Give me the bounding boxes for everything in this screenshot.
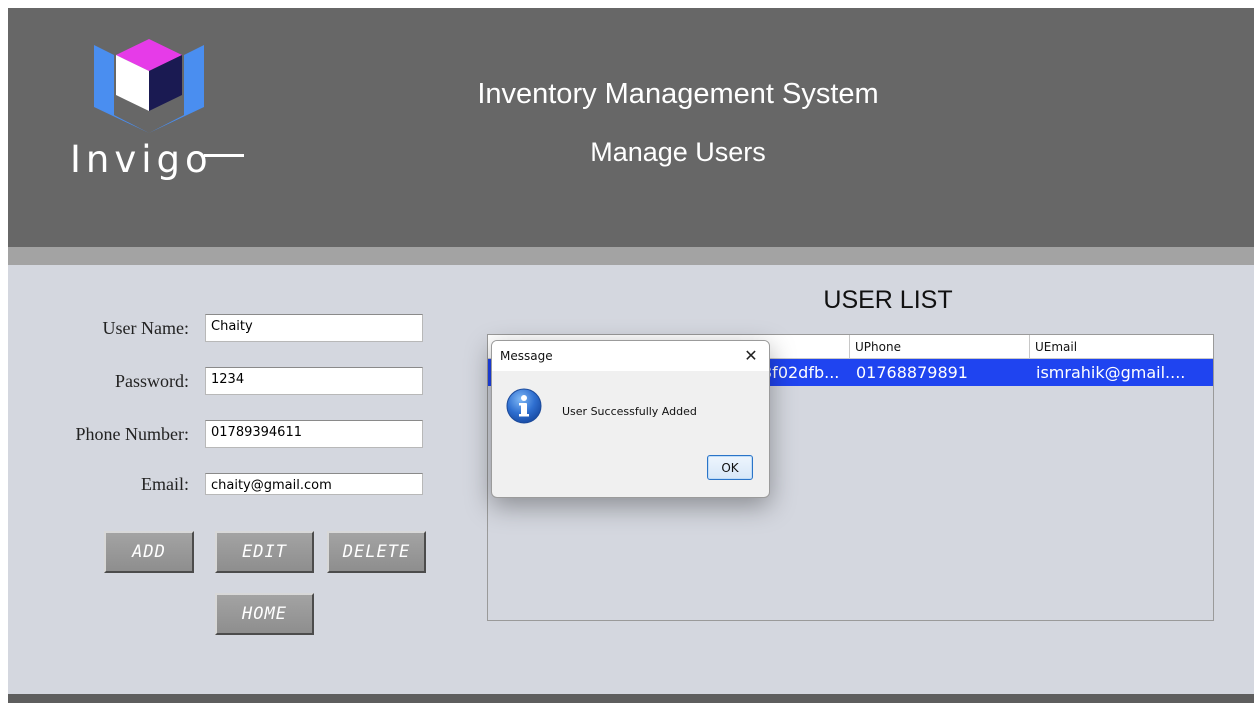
footer-bar [8, 694, 1254, 703]
message-dialog: Message ✕ User Successfully Added OK [491, 340, 770, 498]
close-icon[interactable]: ✕ [741, 346, 761, 366]
dialog-message: User Successfully Added [562, 405, 697, 418]
info-icon [506, 388, 542, 424]
logo-underline [204, 154, 244, 157]
page-title: Manage Users [590, 137, 766, 167]
user-list-title: USER LIST [823, 286, 953, 314]
add-button[interactable]: ADD [104, 531, 194, 573]
email-input[interactable]: chaity@gmail.com [205, 473, 423, 495]
cube-logo-icon [94, 39, 204, 133]
table-cell-email: ismrahik@gmail.... [1036, 363, 1186, 382]
logo-wordmark: Invigo [70, 138, 213, 181]
app-window: Invigo Inventory Management System Manag… [8, 8, 1254, 703]
header-banner: Invigo Inventory Management System Manag… [8, 8, 1254, 247]
phone-number-label: Phone Number: [75, 424, 189, 444]
dialog-titlebar[interactable]: Message ✕ [492, 341, 769, 371]
home-button[interactable]: HOME [215, 593, 314, 635]
table-cell-partial: 3f02dfb... [762, 363, 840, 382]
ok-button[interactable]: OK [707, 455, 753, 480]
table-cell-phone: 01768879891 [856, 363, 968, 382]
user-name-input[interactable]: Chaity [205, 314, 423, 342]
email-label: Email: [141, 474, 189, 494]
column-header-uemail[interactable]: UEmail [1030, 335, 1213, 359]
dialog-title: Message [500, 349, 553, 363]
user-name-label: User Name: [102, 318, 189, 338]
delete-button[interactable]: DELETE [327, 531, 426, 573]
app-title: Inventory Management System [477, 78, 879, 110]
phone-number-input[interactable]: 01789394611 [205, 420, 423, 448]
edit-button[interactable]: EDIT [215, 531, 314, 573]
password-input[interactable]: 1234 [205, 367, 423, 395]
header-divider [8, 247, 1254, 265]
column-header-uphone[interactable]: UPhone [850, 335, 1030, 359]
password-label: Password: [114, 371, 189, 391]
